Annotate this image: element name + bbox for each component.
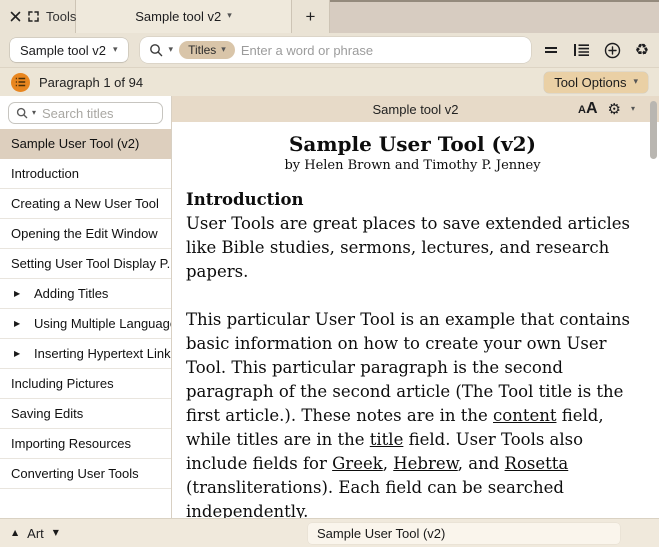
tab-sample-tool-v2[interactable]: Sample tool v2 ▾ bbox=[76, 0, 292, 33]
text-segment: Hebrew bbox=[393, 454, 458, 473]
titles-list: Sample User Tool (v2) Introduction Creat… bbox=[0, 129, 171, 518]
article-title: Sample User Tool (v2) bbox=[186, 133, 639, 156]
tool-options-button[interactable]: Tool Options ▾ bbox=[544, 72, 648, 93]
triangle-right-icon[interactable]: ▶ bbox=[14, 289, 25, 298]
sidebar-item-adding-titles[interactable]: ▶Adding Titles bbox=[0, 279, 171, 309]
chevron-down-icon: ▾ bbox=[113, 46, 118, 55]
paragraph: This particular User Tool is an example … bbox=[186, 308, 639, 518]
workspace-controls: Tools bbox=[0, 0, 76, 33]
gear-icon[interactable]: ⚙ bbox=[608, 102, 621, 117]
search-titles-input[interactable]: ▾ Search titles bbox=[8, 102, 163, 124]
search-scope-label: Titles bbox=[188, 43, 216, 57]
sidebar-item-opening-edit-window[interactable]: Opening the Edit Window bbox=[0, 219, 171, 249]
equals-search-icon[interactable] bbox=[543, 44, 559, 56]
app-window: Tools Sample tool v2 ▾ + Sample tool v2 … bbox=[0, 0, 659, 547]
status-row: Paragraph 1 of 94 Tool Options ▾ bbox=[0, 68, 659, 96]
paragraph-status: Paragraph 1 of 94 bbox=[39, 75, 143, 90]
chevron-down-icon: ▾ bbox=[221, 46, 226, 55]
search-titles-placeholder: Search titles bbox=[42, 106, 114, 121]
article-navigator: ▲ Art ▼ bbox=[12, 526, 59, 541]
triangle-right-icon[interactable]: ▶ bbox=[14, 319, 25, 328]
chevron-down-icon[interactable]: ▾ bbox=[631, 105, 635, 113]
sidebar-item-inserting-hypertext-links[interactable]: ▶Inserting Hypertext Links bbox=[0, 339, 171, 369]
chevron-down-icon: ▾ bbox=[633, 78, 638, 87]
text-segment: title bbox=[370, 430, 404, 449]
text-segment: (transliterations). Each field can be se… bbox=[186, 478, 564, 518]
toolbar-action-icons: ♻ bbox=[543, 42, 649, 59]
paragraph-badge-icon bbox=[11, 73, 30, 92]
tool-options-label: Tool Options bbox=[554, 75, 626, 90]
sidebar-item-importing-resources[interactable]: Importing Resources bbox=[0, 429, 171, 459]
pane-header: Sample tool v2 AA ⚙ ▾ bbox=[172, 96, 659, 122]
tab-bar-filler bbox=[330, 0, 659, 33]
tool-selector-value: Sample tool v2 bbox=[20, 43, 106, 58]
sidebar-item-creating-new-user-tool[interactable]: Creating a New User Tool bbox=[0, 189, 171, 219]
search-placeholder: Enter a word or phrase bbox=[241, 43, 373, 58]
text-segment: Rosetta bbox=[505, 454, 569, 473]
text-segment: , and bbox=[458, 454, 505, 473]
triangle-up-icon[interactable]: ▲ bbox=[12, 529, 18, 537]
vertical-scrollbar-thumb[interactable] bbox=[650, 101, 657, 159]
text-segment: , bbox=[383, 454, 394, 473]
search-mode-chevron-icon[interactable]: ▾ bbox=[169, 46, 174, 55]
text-segment: Greek bbox=[332, 454, 383, 473]
chevron-down-icon[interactable]: ▾ bbox=[32, 109, 36, 117]
sidebar-item-including-pictures[interactable]: Including Pictures bbox=[0, 369, 171, 399]
section-heading-introduction: Introduction bbox=[186, 188, 639, 212]
article-title-field[interactable]: Sample User Tool (v2) bbox=[308, 523, 620, 544]
sidebar-item-saving-edits[interactable]: Saving Edits bbox=[0, 399, 171, 429]
search-icon[interactable] bbox=[16, 107, 28, 119]
pane-actions: AA ⚙ ▾ bbox=[578, 100, 649, 118]
go-to-label: Art bbox=[27, 526, 44, 541]
sidebar-search-wrap: ▾ Search titles bbox=[0, 96, 171, 129]
content-pane: Sample tool v2 AA ⚙ ▾ Sample User Tool (… bbox=[172, 96, 659, 518]
tab-label: Sample tool v2 bbox=[135, 9, 221, 24]
outline-view-icon[interactable] bbox=[573, 43, 590, 57]
text-segment: content bbox=[493, 406, 556, 425]
sidebar-item-introduction[interactable]: Introduction bbox=[0, 159, 171, 189]
article-byline: by Helen Brown and Timothy P. Jenney bbox=[186, 157, 639, 175]
add-parallel-icon[interactable] bbox=[604, 42, 621, 59]
paragraph: User Tools are great places to save exte… bbox=[186, 212, 639, 284]
tools-label: Tools bbox=[46, 9, 76, 24]
tab-bar: Tools Sample tool v2 ▾ + bbox=[0, 0, 659, 33]
sidebar-item-using-multiple-languages[interactable]: ▶Using Multiple Languages bbox=[0, 309, 171, 339]
triangle-right-icon[interactable]: ▶ bbox=[14, 349, 25, 358]
recycle-icon[interactable]: ♻ bbox=[635, 42, 649, 58]
bottom-bar: ▲ Art ▼ Sample User Tool (v2) bbox=[0, 518, 659, 547]
text-segment: User Tools are great places to save exte… bbox=[186, 214, 630, 281]
tool-selector-dropdown[interactable]: Sample tool v2 ▾ bbox=[10, 38, 128, 62]
fullscreen-icon[interactable] bbox=[28, 11, 39, 22]
search-toolbar: Sample tool v2 ▾ ▾ Titles ▾ Enter a word… bbox=[0, 33, 659, 68]
search-icon[interactable] bbox=[149, 43, 163, 57]
search-scope-pill[interactable]: Titles ▾ bbox=[179, 41, 235, 59]
sidebar-item-converting-user-tools[interactable]: Converting User Tools bbox=[0, 459, 171, 489]
new-tab-button[interactable]: + bbox=[292, 0, 330, 33]
titles-sidebar: ▾ Search titles Sample User Tool (v2) In… bbox=[0, 96, 172, 518]
close-icon[interactable] bbox=[10, 11, 21, 22]
main-area: ▾ Search titles Sample User Tool (v2) In… bbox=[0, 96, 659, 518]
sidebar-item-sample-user-tool[interactable]: Sample User Tool (v2) bbox=[0, 129, 171, 159]
sidebar-item-setting-display[interactable]: Setting User Tool Display P... bbox=[0, 249, 171, 279]
chevron-down-icon[interactable]: ▾ bbox=[227, 12, 232, 21]
triangle-down-icon[interactable]: ▼ bbox=[53, 529, 59, 537]
article-body: Sample User Tool (v2) by Helen Brown and… bbox=[172, 122, 659, 518]
search-field[interactable]: ▾ Titles ▾ Enter a word or phrase bbox=[140, 37, 531, 63]
text-size-button[interactable]: AA bbox=[578, 100, 598, 118]
